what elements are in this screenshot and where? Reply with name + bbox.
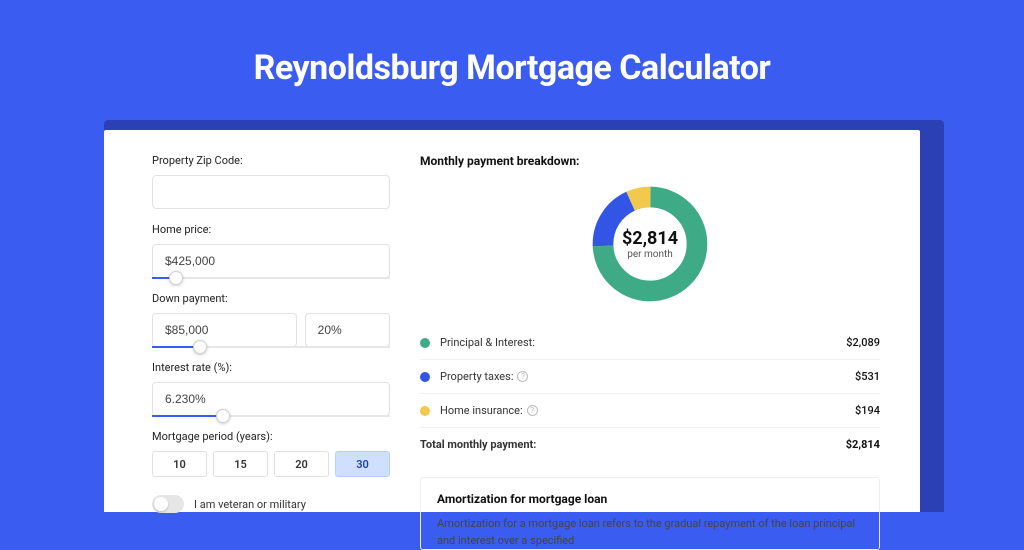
donut-sub: per month <box>627 249 673 260</box>
page-title: Reynoldsburg Mortgage Calculator <box>0 0 1024 118</box>
donut-chart: $2,814 per month <box>588 182 712 306</box>
legend-dot <box>420 372 430 382</box>
legend-row-0: Principal & Interest: $2,089 <box>420 326 880 360</box>
veteran-label: I am veteran or military <box>194 498 306 511</box>
form-panel: Property Zip Code: Home price: Down paym… <box>152 154 390 512</box>
zip-input[interactable] <box>152 175 390 209</box>
total-label: Total monthly payment: <box>420 438 846 451</box>
period-group: Mortgage period (years): 10152030 <box>152 430 390 477</box>
legend: Principal & Interest: $2,089Property tax… <box>420 326 880 428</box>
total-row: Total monthly payment: $2,814 <box>420 428 880 461</box>
zip-group: Property Zip Code: <box>152 154 390 209</box>
breakdown-title: Monthly payment breakdown: <box>420 154 880 168</box>
period-option-10[interactable]: 10 <box>152 451 207 477</box>
period-options: 10152030 <box>152 451 390 477</box>
down-payment-group: Down payment: <box>152 292 390 347</box>
interest-group: Interest rate (%): <box>152 361 390 416</box>
down-payment-amount-input[interactable] <box>152 313 297 347</box>
info-icon[interactable]: ? <box>517 371 528 382</box>
period-option-30[interactable]: 30 <box>335 451 390 477</box>
legend-row-2: Home insurance: ?$194 <box>420 394 880 428</box>
period-option-15[interactable]: 15 <box>213 451 268 477</box>
info-icon[interactable]: ? <box>527 405 538 416</box>
legend-row-1: Property taxes: ?$531 <box>420 360 880 394</box>
down-payment-label: Down payment: <box>152 292 390 305</box>
legend-amount: $194 <box>855 404 880 417</box>
period-option-20[interactable]: 20 <box>274 451 329 477</box>
amortization-text: Amortization for a mortgage loan refers … <box>437 516 863 549</box>
home-price-input[interactable] <box>152 244 390 278</box>
legend-label: Property taxes: ? <box>440 370 855 383</box>
interest-label: Interest rate (%): <box>152 361 390 374</box>
zip-label: Property Zip Code: <box>152 154 390 167</box>
breakdown-panel: Monthly payment breakdown: $2,814 per mo… <box>420 154 880 512</box>
calculator-card: Property Zip Code: Home price: Down paym… <box>104 130 920 512</box>
veteran-row: I am veteran or military <box>152 495 390 513</box>
home-price-label: Home price: <box>152 223 390 236</box>
total-amount: $2,814 <box>846 438 880 451</box>
legend-label: Principal & Interest: <box>440 336 846 349</box>
veteran-toggle[interactable] <box>152 495 184 513</box>
legend-amount: $2,089 <box>846 336 880 349</box>
home-price-group: Home price: <box>152 223 390 278</box>
donut-wrap: $2,814 per month <box>420 182 880 306</box>
interest-input[interactable] <box>152 382 390 416</box>
down-payment-percent-input[interactable] <box>305 313 390 347</box>
legend-amount: $531 <box>855 370 880 383</box>
legend-dot <box>420 406 430 416</box>
amortization-box: Amortization for mortgage loan Amortizat… <box>420 477 880 550</box>
period-label: Mortgage period (years): <box>152 430 390 443</box>
donut-amount: $2,814 <box>622 228 678 249</box>
legend-label: Home insurance: ? <box>440 404 855 417</box>
amortization-title: Amortization for mortgage loan <box>437 492 863 506</box>
legend-dot <box>420 338 430 348</box>
